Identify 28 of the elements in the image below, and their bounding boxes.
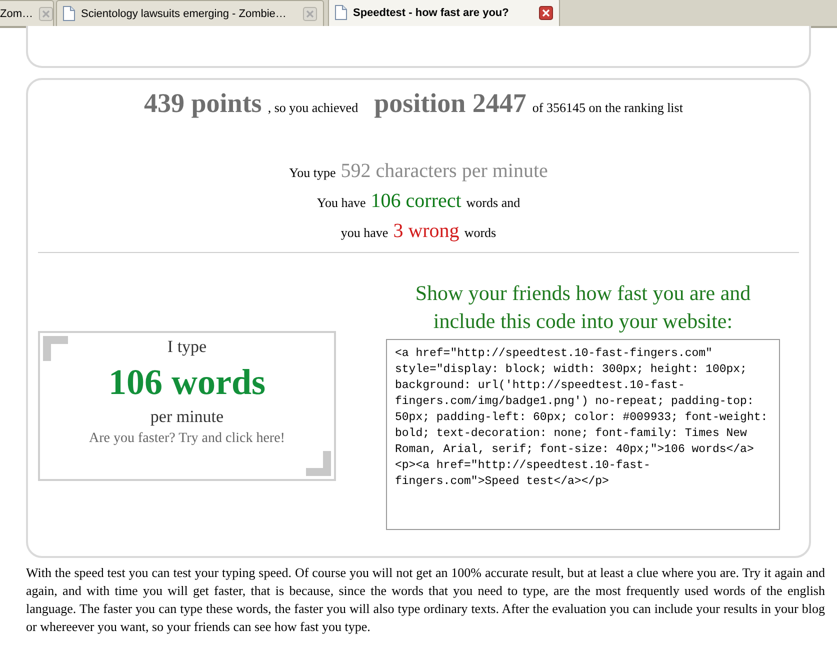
stat-label: you have [340,224,388,242]
share-heading: Show your friends how fast you are and include this code into your website: [414,280,752,335]
stat-label: You have [316,194,366,212]
corner-icon [306,451,331,476]
ranking-text: of 356145 on the ranking list [532,100,683,116]
stat-value: 106 correct [370,189,462,214]
badge-text: I type [167,337,207,357]
achieved-text: , so you achieved [268,100,358,116]
points-value: 439 points [144,88,262,119]
badge-words: 106 words [108,361,266,404]
document-icon [63,6,75,21]
description-text: With the speed test you can test your typing speed. Of course you will not get an 100% accurate result, but at least a clue where you are. Try it again and again, and with time you will get faster, that is because, since the words that you need to type, are the most frequently used words of the english language. The faster you can type these words, the faster you will also type ordinary texts. After the evaluation you can include your results in your blog or whereever you want, so your friends can see how fast you type. [26,564,825,636]
close-icon[interactable] [539,6,553,20]
badge-text: per minute [150,407,224,427]
badge-card[interactable]: I type 106 words per minute Are you faster? Try and click here! [38,331,336,481]
stat-value: 3 wrong [393,219,460,244]
badge-link[interactable]: Are you faster? Try and click here! [89,431,285,447]
browser-tab[interactable]: Zom… [0,0,54,26]
stat-label: words and [466,194,520,212]
stat-value: 592 characters per minute [340,159,548,184]
document-icon [335,5,347,20]
position-value: position 2447 [374,88,526,119]
stat-label: You type [289,164,336,182]
browser-tab[interactable]: Speedtest - how fast are you? [328,0,560,26]
corner-icon [43,336,68,361]
stat-label: words [464,224,496,242]
code-field[interactable]: <a href="http://speedtest.10-fast-fingers.com" style="display: block; width: 300px; height: 100px; background: url('http://speedtest.10-fast-fingers.com/img/badge1.png') no-repeat; padding-top: 50px; padding-left: 60px; color: #009933; font-weight: bold; text-decoration: none; font-family: Times New Roman, Arial, serif; font-size: 40px;">106 words</a><p><a href="http://speedtest.10-fast-fingers.com">Speed test</a></p> [386,339,780,530]
browser-tab[interactable]: Scientology lawsuits emerging - Zombie… [56,0,324,26]
